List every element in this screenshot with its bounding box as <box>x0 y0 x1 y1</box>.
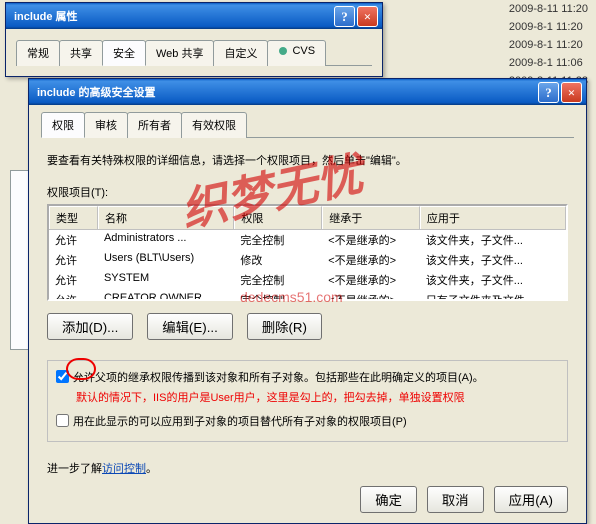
replace-checkbox[interactable] <box>56 414 69 427</box>
dialog-buttons: 确定 取消 应用(A) <box>41 476 574 513</box>
properties-window: include 属性 ? × 常规 共享 安全 Web 共享 自定义 CVS <box>5 2 383 77</box>
permissions-label: 权限项目(T): <box>47 184 568 200</box>
col-type[interactable]: 类型 <box>49 206 98 229</box>
partial-window-edge <box>10 170 30 350</box>
titlebar[interactable]: include 的高级安全设置 ? × <box>29 79 586 105</box>
tab-cvs[interactable]: CVS <box>267 40 326 66</box>
help-button[interactable]: ? <box>334 6 355 27</box>
annotation-note: 默认的情况下，IIS的用户是User用户，这里是勾上的，把勾去掉，单独设置权限 <box>76 389 559 405</box>
edit-button[interactable]: 编辑(E)... <box>147 313 233 340</box>
tab-custom[interactable]: 自定义 <box>213 40 268 66</box>
list-row[interactable]: 允许Users (BLT\Users)修改<不是继承的>该文件夹，子文件... <box>49 250 566 270</box>
advanced-security-window: include 的高级安全设置 ? × 权限 审核 所有者 有效权限 要查看有关… <box>28 78 587 524</box>
apply-button[interactable]: 应用(A) <box>494 486 568 513</box>
bg-timestamps: 2009-8-11 11:202009-8-1 11:202009-8-1 11… <box>509 0 588 90</box>
ok-button[interactable]: 确定 <box>360 486 417 513</box>
inherit-checkbox[interactable] <box>56 370 69 383</box>
tab-permissions[interactable]: 权限 <box>41 112 85 138</box>
list-header: 类型 名称 权限 继承于 应用于 <box>49 206 566 230</box>
button-row: 添加(D)... 编辑(E)... 删除(R) <box>47 313 568 340</box>
learn-more: 进一步了解访问控制。 <box>47 460 568 476</box>
list-row[interactable]: 允许Administrators ...完全控制<不是继承的>该文件夹，子文件.… <box>49 230 566 250</box>
info-text: 要查看有关特殊权限的详细信息，请选择一个权限项目，然后单击"编辑"。 <box>47 152 568 168</box>
inherit-group: 允许父项的继承权限传播到该对象和所有子对象。包括那些在此明确定义的项目(A)。 … <box>47 360 568 442</box>
close-button[interactable]: × <box>357 6 378 27</box>
tabstrip: 常规 共享 安全 Web 共享 自定义 CVS <box>16 39 372 66</box>
tab-effective[interactable]: 有效权限 <box>181 112 247 138</box>
help-button[interactable]: ? <box>538 82 559 103</box>
tab-web-sharing[interactable]: Web 共享 <box>145 40 214 66</box>
cvs-icon <box>278 46 290 56</box>
inherit-checkbox-label[interactable]: 允许父项的继承权限传播到该对象和所有子对象。包括那些在此明确定义的项目(A)。 <box>56 369 559 385</box>
tab-general[interactable]: 常规 <box>16 40 60 66</box>
window-title: include 属性 <box>10 8 332 24</box>
tab-sharing[interactable]: 共享 <box>59 40 103 66</box>
list-row[interactable]: 允许SYSTEM完全控制<不是继承的>该文件夹，子文件... <box>49 270 566 290</box>
list-row[interactable]: 允许CREATOR OWNER完全控制<不是继承的>只有子文件夹及文件 <box>49 290 566 301</box>
titlebar[interactable]: include 属性 ? × <box>6 3 382 29</box>
cancel-button[interactable]: 取消 <box>427 486 484 513</box>
col-perm[interactable]: 权限 <box>234 206 322 229</box>
replace-checkbox-label[interactable]: 用在此显示的可以应用到子对象的项目替代所有子对象的权限项目(P) <box>56 413 559 429</box>
remove-button[interactable]: 删除(R) <box>247 313 322 340</box>
permissions-list[interactable]: 类型 名称 权限 继承于 应用于 允许Administrators ...完全控… <box>47 204 568 301</box>
col-inherit[interactable]: 继承于 <box>322 206 420 229</box>
tab-owner[interactable]: 所有者 <box>127 112 182 138</box>
close-button[interactable]: × <box>561 82 582 103</box>
tab-security[interactable]: 安全 <box>102 40 146 66</box>
col-name[interactable]: 名称 <box>98 206 234 229</box>
window-title: include 的高级安全设置 <box>33 84 536 100</box>
add-button[interactable]: 添加(D)... <box>47 313 133 340</box>
col-apply[interactable]: 应用于 <box>420 206 566 229</box>
access-control-link[interactable]: 访问控制 <box>102 463 146 475</box>
tab-audit[interactable]: 审核 <box>84 112 128 138</box>
tabstrip: 权限 审核 所有者 有效权限 <box>41 111 574 138</box>
